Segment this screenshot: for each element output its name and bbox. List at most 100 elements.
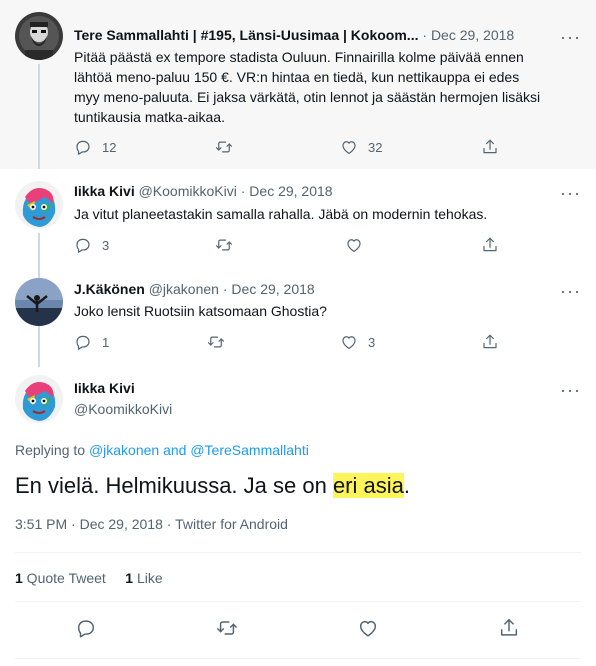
quote-label: Quote Tweet (22, 570, 106, 586)
reply-count: 1 (102, 334, 110, 350)
author-handle[interactable]: @KoomikkoKivi (139, 183, 237, 199)
tweet-text-line: Ja vitut planeetastakin samalla rahalla.… (74, 206, 488, 222)
mention-link[interactable]: @TereSammallahti (190, 442, 308, 458)
like-button[interactable] (345, 236, 363, 254)
tweet-text-line: tuntikausia matka-aikaa. (74, 109, 225, 125)
quote-count: 1 (15, 570, 23, 586)
tweet-text: Pitää päästä ex tempore stadista Ouluun.… (74, 47, 540, 127)
author-name[interactable]: J.Käkönen (74, 281, 145, 297)
separator-dot: · (67, 516, 80, 532)
retweet-button[interactable] (215, 138, 233, 156)
tweet-header: Iikka Kivi @KoomikkoKivi · Dec 29, 2018 (74, 183, 333, 199)
tweet-text-part: . (403, 473, 410, 498)
engagement-stats: 1 Quote Tweet 1 Like (15, 570, 163, 586)
like-button[interactable]: 32 (340, 138, 382, 156)
speech-bubble-icon (74, 236, 92, 254)
thread-tweet-2[interactable]: Iikka Kivi @KoomikkoKivi · Dec 29, 2018 … (0, 169, 596, 268)
heart-icon (345, 236, 363, 254)
replying-prefix: Replying to (15, 442, 89, 458)
tweet-text-line: Pitää päästä ex tempore stadista Ouluun.… (74, 49, 524, 65)
tweet-text: Joko lensit Ruotsiin katsomaan Ghostia? (74, 301, 327, 321)
separator-dot: · (162, 516, 176, 532)
retweet-arrows-icon (215, 138, 233, 156)
like-count: 32 (368, 139, 383, 155)
mention-link[interactable]: @jkakonen (89, 442, 159, 458)
share-button[interactable] (481, 333, 499, 351)
divider (15, 552, 581, 553)
separator-dot: · (222, 281, 228, 297)
retweet-arrows-icon (215, 236, 233, 254)
tweet-header: J.Käkönen @jkakonen · Dec 29, 2018 (74, 281, 315, 297)
tweet-time[interactable]: 3:51 PM (15, 516, 67, 532)
retweet-button[interactable] (207, 333, 225, 351)
tweet-date[interactable]: Dec 29, 2018 (249, 183, 332, 199)
highlighted-text: eri asia (332, 473, 404, 498)
tweet-date[interactable]: Dec 29, 2018 (231, 281, 314, 297)
author-handle[interactable]: @jkakonen (149, 281, 219, 297)
quote-tweets-link[interactable]: 1 Quote Tweet (15, 570, 106, 586)
likes-link[interactable]: 1 Like (125, 570, 162, 586)
author-name[interactable]: Iikka Kivi (74, 380, 135, 396)
share-button[interactable] (498, 617, 520, 639)
tweet-text-line: myy meno-paluuta. Ei jaksa värkätä, otin… (74, 89, 541, 105)
divider (15, 658, 581, 659)
like-count: 3 (368, 334, 376, 350)
tweet-source[interactable]: Twitter for Android (175, 516, 288, 532)
retweet-button[interactable] (216, 617, 238, 639)
separator-dot: · (240, 183, 246, 199)
tweet-meta: 3:51 PM · Dec 29, 2018 · Twitter for And… (15, 516, 288, 532)
tweet-date[interactable]: Dec 29, 2018 (80, 516, 163, 532)
thread-tweet-3[interactable]: J.Käkönen @jkakonen · Dec 29, 2018 ··· J… (0, 268, 596, 367)
thread-tweet-1[interactable]: Tere Sammallahti | #195, Länsi-Uusimaa |… (0, 0, 596, 169)
retweet-arrows-icon (216, 617, 238, 639)
share-upload-icon (481, 236, 499, 254)
speech-bubble-icon (75, 617, 97, 639)
avatar[interactable] (15, 278, 63, 326)
thread-line (38, 233, 40, 268)
avatar[interactable] (15, 375, 63, 423)
tweet-date[interactable]: Dec 29, 2018 (431, 27, 514, 43)
tweet-text: En vielä. Helmikuussa. Ja se on eri asia… (15, 472, 410, 500)
thread-line (38, 64, 40, 169)
reply-button[interactable]: 12 (74, 138, 116, 156)
tweet-text-line: lähtöä meno-paluu 150 €. VR:n hintaa en … (74, 69, 520, 85)
more-options-icon[interactable]: ··· (560, 282, 581, 300)
reply-count: 12 (102, 139, 117, 155)
author-handle[interactable]: @KoomikkoKivi (74, 401, 172, 417)
divider (15, 601, 581, 602)
like-button[interactable] (357, 617, 379, 639)
speech-bubble-icon (74, 333, 92, 351)
reply-button[interactable] (75, 617, 97, 639)
heart-icon (357, 617, 379, 639)
share-upload-icon (498, 617, 520, 639)
reply-button[interactable]: 3 (74, 236, 109, 254)
author-name[interactable]: Iikka Kivi (74, 183, 135, 199)
avatar[interactable] (15, 181, 63, 229)
reply-count: 3 (102, 237, 110, 253)
tweet-text-line: Joko lensit Ruotsiin katsomaan Ghostia? (74, 303, 327, 319)
separator-dot: · (422, 27, 428, 43)
retweet-arrows-icon (207, 333, 225, 351)
like-label: Like (133, 570, 163, 586)
speech-bubble-icon (74, 138, 92, 156)
tweet-text: Ja vitut planeetastakin samalla rahalla.… (74, 204, 487, 224)
thread-line (38, 268, 40, 278)
more-options-icon[interactable]: ··· (560, 381, 581, 399)
tweet-text-part: En vielä. Helmikuussa. Ja se on (15, 473, 333, 498)
replying-and: and (159, 442, 191, 458)
retweet-button[interactable] (215, 236, 233, 254)
author-name[interactable]: Tere Sammallahti | #195, Länsi-Uusimaa |… (74, 27, 418, 43)
more-options-icon[interactable]: ··· (560, 28, 581, 46)
avatar[interactable] (15, 12, 63, 60)
share-upload-icon (481, 333, 499, 351)
tweet-header: Tere Sammallahti | #195, Länsi-Uusimaa |… (74, 27, 514, 43)
thread-line (38, 326, 40, 367)
more-options-icon[interactable]: ··· (560, 184, 581, 202)
share-button[interactable] (481, 236, 499, 254)
like-button[interactable]: 3 (340, 333, 375, 351)
reply-button[interactable]: 1 (74, 333, 109, 351)
share-button[interactable] (481, 138, 499, 156)
heart-icon (340, 333, 358, 351)
heart-icon (340, 138, 358, 156)
share-upload-icon (481, 138, 499, 156)
